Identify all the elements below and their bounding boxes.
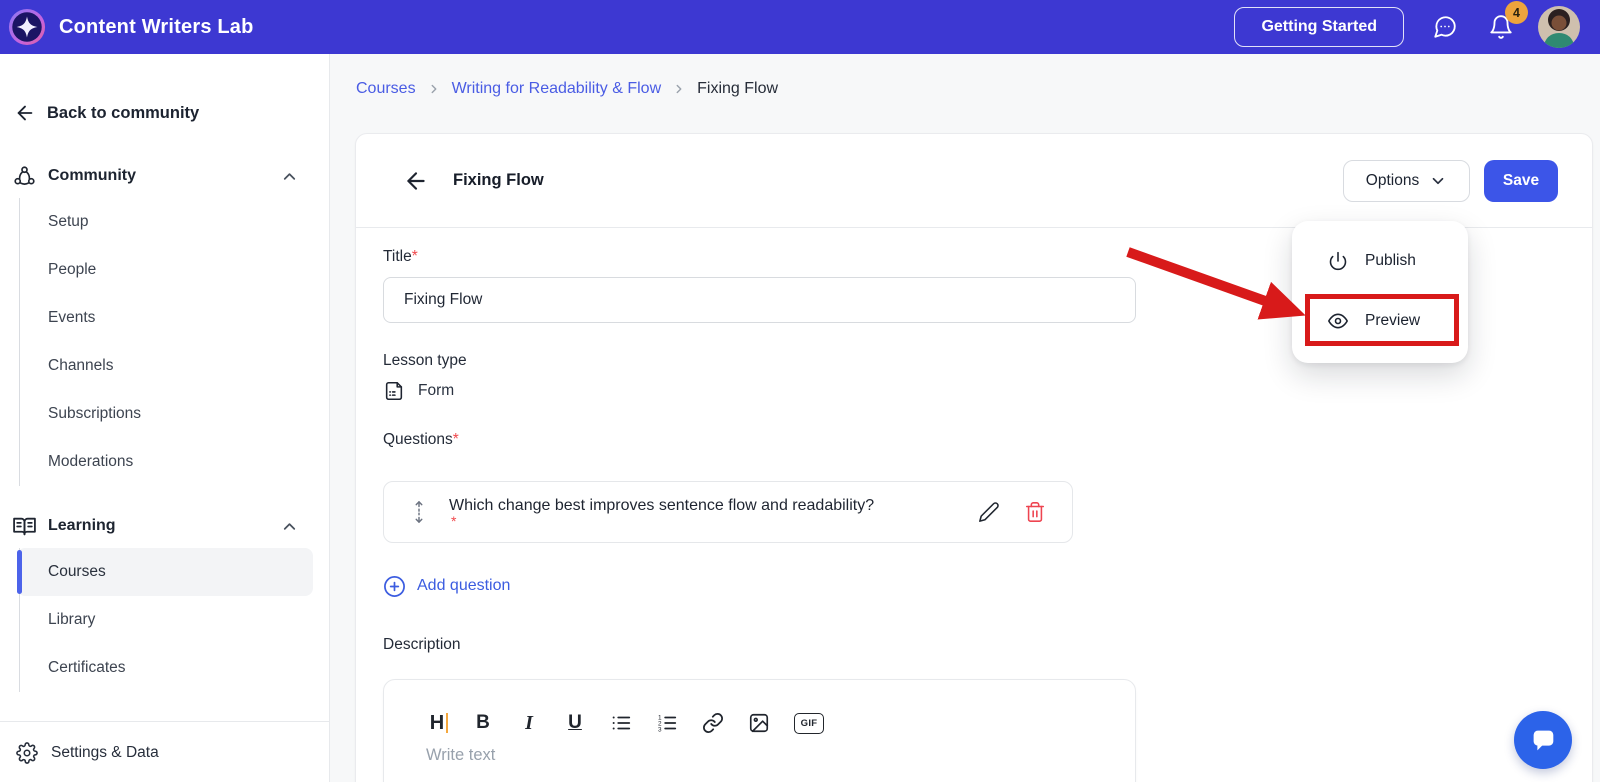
- options-dropdown-menu: Publish Preview: [1292, 221, 1468, 363]
- annotation-highlight-box: [1305, 294, 1459, 346]
- chevron-up-icon: [283, 522, 296, 530]
- breadcrumb: Courses Writing for Readability & Flow F…: [356, 80, 778, 98]
- breadcrumb-current: Fixing Flow: [697, 80, 779, 97]
- drag-handle-icon[interactable]: [408, 499, 430, 525]
- question-text-wrap: Which change best improves sentence flow…: [449, 497, 875, 529]
- sidebar-section-learning[interactable]: Learning: [0, 512, 329, 540]
- editor-toolbar: H B I U 1 2 3 GIF: [426, 710, 1135, 736]
- options-button-label: Options: [1365, 171, 1420, 189]
- numbered-list-icon[interactable]: 1 2 3: [656, 710, 678, 736]
- menu-item-publish[interactable]: Publish: [1292, 240, 1468, 282]
- delete-trash-icon[interactable]: [1024, 501, 1046, 523]
- getting-started-button[interactable]: Getting Started: [1234, 7, 1404, 47]
- lesson-type-value: Form: [418, 382, 455, 399]
- italic-icon[interactable]: I: [518, 710, 540, 736]
- publish-label: Publish: [1365, 252, 1416, 269]
- app-window: Content Writers Lab Getting Started 4 Ba…: [0, 0, 1600, 782]
- add-question-label: Add question: [417, 577, 511, 594]
- gif-icon[interactable]: GIF: [794, 712, 824, 734]
- back-to-community-label: Back to community: [47, 103, 200, 122]
- question-actions: [978, 501, 1046, 523]
- arrow-left-icon: [17, 105, 33, 121]
- sidebar-section-label: Learning: [48, 517, 116, 534]
- sidebar-item-certificates[interactable]: Certificates: [20, 644, 329, 692]
- settings-and-data-label: Settings & Data: [51, 744, 159, 761]
- bullet-list-icon[interactable]: [610, 710, 632, 736]
- settings-and-data-link[interactable]: Settings & Data: [16, 742, 315, 764]
- brand-title: Content Writers Lab: [59, 15, 254, 38]
- question-required-marker: *: [451, 513, 457, 529]
- title-input[interactable]: [383, 277, 1136, 323]
- add-question-button[interactable]: Add question: [383, 573, 1565, 599]
- gear-icon: [16, 742, 38, 764]
- lesson-title-heading: Fixing Flow: [453, 171, 544, 189]
- required-marker: *: [411, 248, 418, 265]
- description-label: Description: [383, 636, 461, 653]
- power-icon: [1329, 251, 1347, 271]
- title-label-text: Title: [383, 248, 412, 265]
- required-marker: *: [452, 431, 459, 448]
- admin-sidebar: Back to community Community Setup People…: [0, 54, 330, 782]
- sidebar-section-community[interactable]: Community: [0, 162, 329, 190]
- brand[interactable]: Content Writers Lab: [8, 8, 254, 46]
- sidebar-item-library[interactable]: Library: [20, 596, 329, 644]
- avatar-image: [1538, 6, 1580, 48]
- back-to-community-link[interactable]: Back to community: [14, 98, 329, 128]
- sidebar-section-label: Community: [48, 167, 136, 184]
- underline-icon[interactable]: U: [564, 710, 586, 736]
- user-avatar[interactable]: [1538, 6, 1580, 48]
- question-item: Which change best improves sentence flow…: [383, 481, 1073, 543]
- back-arrow-icon[interactable]: [403, 168, 429, 194]
- navbar-actions: Getting Started 4: [1234, 1, 1580, 48]
- lesson-editor-header: Fixing Flow Options Save: [356, 134, 1592, 228]
- notifications-button[interactable]: 4: [1488, 1, 1528, 40]
- community-icon: [14, 165, 35, 185]
- save-button[interactable]: Save: [1484, 159, 1558, 202]
- image-icon[interactable]: [748, 710, 770, 736]
- breadcrumb-separator-icon: [431, 84, 437, 94]
- sidebar-item-events[interactable]: Events: [20, 294, 329, 342]
- chevron-down-icon: [1432, 177, 1444, 184]
- sidebar-item-channels[interactable]: Channels: [20, 342, 329, 390]
- learning-subnav: Courses Library Certificates: [17, 548, 329, 692]
- questions-label-text: Questions: [383, 431, 453, 448]
- sidebar-item-people[interactable]: People: [20, 246, 329, 294]
- breadcrumb-course-name[interactable]: Writing for Readability & Flow: [452, 80, 662, 98]
- chat-fab-bubble-icon: [1533, 730, 1554, 751]
- top-navbar: Content Writers Lab Getting Started 4: [0, 0, 1600, 54]
- sidebar-footer: Settings & Data: [0, 721, 329, 782]
- breadcrumb-courses[interactable]: Courses: [356, 80, 416, 98]
- chevron-up-icon: [283, 172, 296, 180]
- community-subnav: Setup People Events Channels Subscriptio…: [19, 198, 329, 486]
- lesson-type-value-row: Form: [383, 379, 1565, 403]
- form-document-icon: [385, 381, 403, 401]
- questions-label: Questions*: [383, 431, 1565, 449]
- chat-widget-button[interactable]: [1514, 711, 1572, 769]
- editor-placeholder: Write text: [426, 746, 496, 764]
- sidebar-item-courses[interactable]: Courses: [17, 548, 313, 596]
- learning-book-icon: [13, 517, 36, 535]
- breadcrumb-separator-icon: [676, 84, 682, 94]
- sparkle-logo-icon: [8, 8, 46, 46]
- heading-icon[interactable]: H: [426, 710, 448, 736]
- bold-icon[interactable]: B: [472, 710, 494, 736]
- main-content: Courses Writing for Readability & Flow F…: [330, 54, 1600, 782]
- svg-text:3: 3: [658, 726, 662, 733]
- question-text: Which change best improves sentence flow…: [449, 497, 875, 514]
- sidebar-item-moderations[interactable]: Moderations: [20, 438, 329, 486]
- notification-count-badge: 4: [1505, 1, 1528, 24]
- link-icon[interactable]: [702, 710, 724, 736]
- plus-circle-icon: [384, 575, 405, 597]
- chat-bubble-icon[interactable]: [1432, 14, 1458, 40]
- sidebar-item-subscriptions[interactable]: Subscriptions: [20, 390, 329, 438]
- edit-pencil-icon[interactable]: [978, 501, 1000, 523]
- options-button[interactable]: Options: [1343, 159, 1470, 202]
- sidebar-item-setup[interactable]: Setup: [20, 198, 329, 246]
- description-editor[interactable]: H B I U 1 2 3 GIF Write text: [383, 679, 1136, 782]
